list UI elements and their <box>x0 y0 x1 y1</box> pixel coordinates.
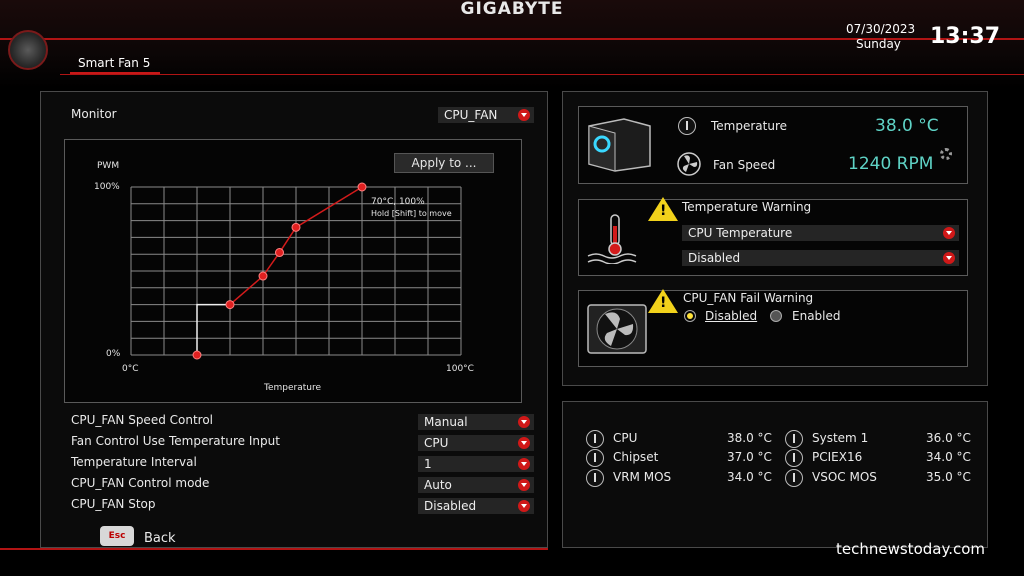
setting-select[interactable]: CPU <box>418 435 534 451</box>
setting-label: CPU_FAN Speed Control <box>71 413 214 427</box>
sensor-name: VSOC MOS <box>812 470 877 484</box>
setting-value: Auto <box>424 478 452 492</box>
chevron-down-icon <box>518 437 530 449</box>
x-tick-right: 100°C <box>446 364 474 374</box>
fan-speed-label: Fan Speed <box>713 158 776 172</box>
settings-gear-icon[interactable] <box>8 30 48 70</box>
chevron-down-icon <box>943 227 955 239</box>
sensor-name: System 1 <box>812 431 869 445</box>
monitor-label: Monitor <box>71 107 117 121</box>
day-text: Sunday <box>856 37 901 51</box>
setting-select[interactable]: Manual <box>418 414 534 430</box>
fail-warning-enabled-radio[interactable] <box>770 310 782 322</box>
y-tick-bottom: 0% <box>106 349 121 359</box>
monitor-select[interactable]: CPU_FAN <box>438 107 534 123</box>
tab-underline <box>60 74 1024 75</box>
thermometer-icon <box>785 469 803 487</box>
chevron-down-icon <box>518 500 530 512</box>
temperature-value: 38.0 °C <box>875 116 939 136</box>
thermometer-icon <box>586 430 604 448</box>
date-text: 07/30/2023 <box>846 22 916 36</box>
temperature-warning-select[interactable]: Disabled <box>682 250 959 266</box>
curve-point[interactable] <box>357 182 367 192</box>
sensor-value: 37.0 °C <box>727 450 772 464</box>
setting-label: Fan Control Use Temperature Input <box>71 434 280 448</box>
curve-point[interactable] <box>275 248 284 258</box>
back-button[interactable]: Back <box>144 531 176 546</box>
x-axis-title: Temperature <box>264 383 322 393</box>
curve-point[interactable] <box>258 271 268 281</box>
chevron-down-icon <box>518 479 530 491</box>
sensor-name: VRM MOS <box>613 470 672 484</box>
sensor-value: 34.0 °C <box>926 450 971 464</box>
watermark: technewstoday.com <box>836 540 985 558</box>
thermometer-icon <box>586 469 604 487</box>
fan-module-icon <box>587 304 647 354</box>
clock: 13:37 <box>930 24 1001 49</box>
fan-fail-warning-title: CPU_FAN Fail Warning <box>683 291 814 305</box>
temperature-source-value: CPU Temperature <box>688 226 793 240</box>
setting-value: CPU <box>424 436 449 450</box>
warning-icon: ! <box>648 289 678 313</box>
temperature-warning-value: Disabled <box>688 251 741 265</box>
curve-step-segment <box>196 303 230 355</box>
fan-icon <box>677 152 701 176</box>
sensor-name: PCIEX16 <box>812 450 863 464</box>
fail-warning-enabled-label[interactable]: Enabled <box>792 309 841 323</box>
fail-warning-disabled-radio[interactable] <box>684 310 696 322</box>
sensor-name: CPU <box>613 431 638 445</box>
sensor-value: 36.0 °C <box>926 431 971 445</box>
y-tick-top: 100% <box>94 182 120 192</box>
footer-divider <box>0 548 548 550</box>
setting-select[interactable]: 1 <box>418 456 534 472</box>
point-tooltip: 70°C, 100% Hold [Shift] to move <box>371 196 452 220</box>
temperature-source-select[interactable]: CPU Temperature <box>682 225 959 241</box>
setting-value: Disabled <box>424 499 477 513</box>
chevron-down-icon <box>518 416 530 428</box>
setting-select[interactable]: Auto <box>418 477 534 493</box>
thermometer-icon <box>678 117 696 135</box>
esc-key-icon[interactable]: Esc <box>100 526 134 546</box>
curve-point[interactable] <box>291 222 301 232</box>
warning-icon: ! <box>648 197 678 221</box>
setting-value: Manual <box>424 415 468 429</box>
sensor-value: 38.0 °C <box>727 431 772 445</box>
y-axis-title: PWM <box>97 161 120 171</box>
fan-gear-icon[interactable] <box>940 148 952 160</box>
fan-speed-value: 1240 RPM <box>848 154 934 174</box>
fail-warning-disabled-label[interactable]: Disabled <box>705 309 757 323</box>
date-display: 07/30/2023 Sunday <box>846 22 915 52</box>
temperature-warning-title: Temperature Warning <box>682 200 812 214</box>
sensor-name: Chipset <box>613 450 659 464</box>
heat-thermometer-icon <box>587 214 637 264</box>
setting-value: 1 <box>424 457 432 471</box>
tooltip-value: 70°C, 100% <box>371 197 425 207</box>
thermometer-icon <box>785 430 803 448</box>
temperature-label: Temperature <box>711 119 788 133</box>
setting-label: Temperature Interval <box>71 455 197 469</box>
brand-logo: GIGABYTE <box>460 0 564 19</box>
monitor-select-value: CPU_FAN <box>444 108 498 122</box>
thermometer-icon <box>785 449 803 467</box>
chevron-down-icon <box>518 458 530 470</box>
chevron-down-icon <box>943 252 955 264</box>
tab-smart-fan-5[interactable]: Smart Fan 5 <box>70 52 160 74</box>
curve-point[interactable] <box>225 300 235 310</box>
tooltip-hint: Hold [Shift] to move <box>371 209 452 218</box>
setting-label: CPU_FAN Control mode <box>71 476 210 490</box>
setting-label: CPU_FAN Stop <box>71 497 156 511</box>
setting-select[interactable]: Disabled <box>418 498 534 514</box>
chevron-down-icon <box>518 109 530 121</box>
sensor-value: 35.0 °C <box>926 470 971 484</box>
curve-point[interactable] <box>192 350 202 360</box>
sensor-value: 34.0 °C <box>727 470 772 484</box>
x-tick-left: 0°C <box>122 364 139 374</box>
thermometer-icon <box>586 449 604 467</box>
pc-case-icon <box>588 118 651 172</box>
